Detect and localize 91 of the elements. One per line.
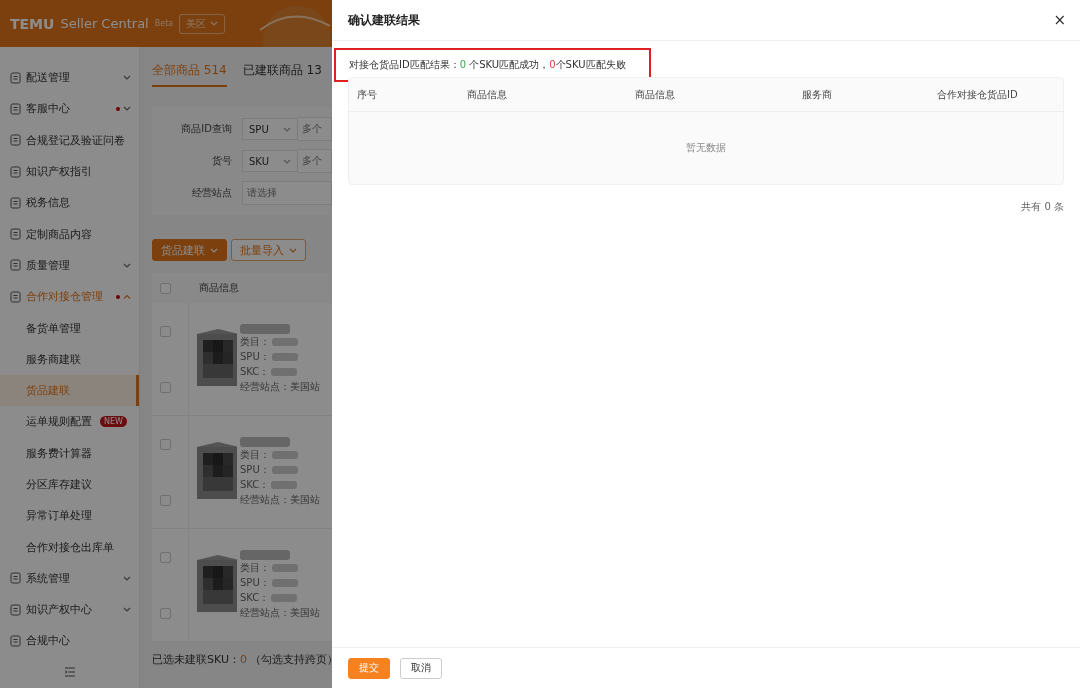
- sidebar-item[interactable]: 配送管理: [0, 62, 139, 94]
- checkbox[interactable]: [160, 607, 171, 619]
- blurred-text: [271, 579, 298, 587]
- chevron-icon: [283, 126, 291, 132]
- checkbox[interactable]: [160, 381, 171, 393]
- document-icon: [10, 603, 21, 616]
- document-icon: [10, 196, 21, 209]
- type-select[interactable]: SPU: [242, 118, 298, 140]
- column-header: 合作对接仓货品ID: [936, 87, 1019, 102]
- document-icon: [10, 259, 21, 272]
- document-icon: [10, 165, 21, 178]
- sidebar-subitem[interactable]: 分区库存建议: [0, 468, 139, 501]
- document-icon: [10, 228, 21, 241]
- tab[interactable]: 已建联商品 13: [242, 62, 322, 87]
- filter-label: 商品ID查询: [180, 122, 233, 136]
- sidebar-item[interactable]: 知识产权指引: [0, 155, 139, 188]
- blurred-text: [271, 466, 298, 474]
- chevron-icon: [283, 158, 291, 164]
- product-detail: 类目：: [240, 335, 270, 349]
- collapse-menu-icon: [63, 666, 76, 677]
- product-detail: 经营站点：美国站: [240, 493, 320, 507]
- sidebar-subitem[interactable]: 运单规则配置 NEW: [0, 406, 139, 438]
- type-select[interactable]: SKU: [242, 150, 298, 172]
- column-header: 商品信息: [466, 87, 508, 102]
- product-detail: 经营站点：美国站: [240, 606, 320, 620]
- product-detail: SKC：: [240, 478, 270, 492]
- blurred-text: [272, 451, 298, 459]
- sidebar-subitem[interactable]: 备货单管理: [0, 312, 139, 344]
- product-detail: SKC：: [240, 365, 270, 379]
- blurred-text: [272, 338, 298, 346]
- selection-summary: 已选未建联SKU：0 （勾选支持跨页）: [152, 652, 332, 667]
- product-detail: 类目：: [240, 561, 270, 575]
- column-header: 服务商: [801, 87, 833, 102]
- match-summary: 对接仓货品ID匹配结果：0 个SKU匹配成功，0个SKU匹配失败: [349, 58, 626, 72]
- chevron-icon: [210, 21, 219, 26]
- blurred-text: [272, 564, 298, 572]
- checkbox[interactable]: [160, 438, 171, 450]
- blurred-text: [271, 353, 298, 361]
- close-button[interactable]: ×: [1051, 11, 1068, 29]
- chevron-icon: [210, 247, 218, 253]
- product-name: Seller Central: [60, 16, 149, 31]
- sidebar-subitem[interactable]: 服务商建联: [0, 343, 139, 375]
- new-badge: NEW: [100, 416, 127, 428]
- blurred-text: [271, 594, 298, 602]
- column-header: 商品信息: [199, 281, 239, 295]
- product-detail: SKC：: [240, 591, 270, 605]
- blurred-text: [271, 481, 298, 489]
- document-icon: [10, 71, 21, 84]
- sidebar-subitem[interactable]: 服务费计算器: [0, 437, 139, 469]
- checkbox[interactable]: [160, 494, 171, 506]
- sidebar-item[interactable]: 知识产权中心: [0, 594, 139, 626]
- product-detail: 经营站点：美国站: [240, 380, 320, 394]
- product-detail: SPU：: [240, 463, 270, 477]
- beta-label: Beta: [154, 19, 174, 28]
- sidebar-item[interactable]: 合规登记及验证问卷: [0, 124, 139, 156]
- drawer-title: 确认建联结果: [348, 11, 420, 29]
- sidebar-item[interactable]: 系统管理: [0, 562, 139, 595]
- logo-text: TEMU: [10, 15, 55, 32]
- product-detail: SPU：: [240, 350, 270, 364]
- filter-label: 货号: [211, 154, 233, 168]
- product-detail: SPU：: [240, 576, 270, 590]
- sidebar-item[interactable]: 定制商品内容: [0, 218, 139, 250]
- checkbox[interactable]: [160, 282, 171, 294]
- input-field[interactable]: 多个: [298, 149, 332, 173]
- checkbox[interactable]: [160, 551, 171, 563]
- column-header: 序号: [356, 87, 378, 102]
- product-detail: 类目：: [240, 448, 270, 462]
- input-field[interactable]: 多个: [298, 117, 332, 141]
- blurred-text: [271, 368, 298, 376]
- document-icon: [10, 635, 21, 647]
- input-field[interactable]: 请选择: [242, 181, 332, 205]
- sidebar-subitem[interactable]: 异常订单处理: [0, 500, 139, 532]
- sidebar-item[interactable]: 质量管理: [0, 249, 139, 282]
- blurred-text: [240, 550, 290, 560]
- sidebar-subitem[interactable]: 合作对接仓出库单: [0, 531, 139, 563]
- column-header: 商品信息: [634, 87, 676, 102]
- blurred-text: [240, 324, 290, 334]
- blurred-text: [240, 437, 290, 447]
- sidebar-item[interactable]: 客服中心: [0, 93, 139, 125]
- cancel-button[interactable]: 取消: [400, 657, 442, 679]
- empty-message: 暂无数据: [686, 141, 726, 155]
- document-icon: [10, 134, 21, 147]
- chevron-icon: [289, 247, 297, 253]
- sidebar-item[interactable]: 合规中心: [0, 625, 139, 657]
- total-count: 共有 0 条: [1021, 200, 1064, 214]
- document-icon: [10, 102, 21, 115]
- checkbox[interactable]: [160, 325, 171, 337]
- filter-label: 经营站点: [191, 186, 233, 200]
- document-icon: [10, 572, 21, 585]
- sidebar-item[interactable]: 税务信息: [0, 187, 139, 219]
- document-icon: [10, 290, 21, 303]
